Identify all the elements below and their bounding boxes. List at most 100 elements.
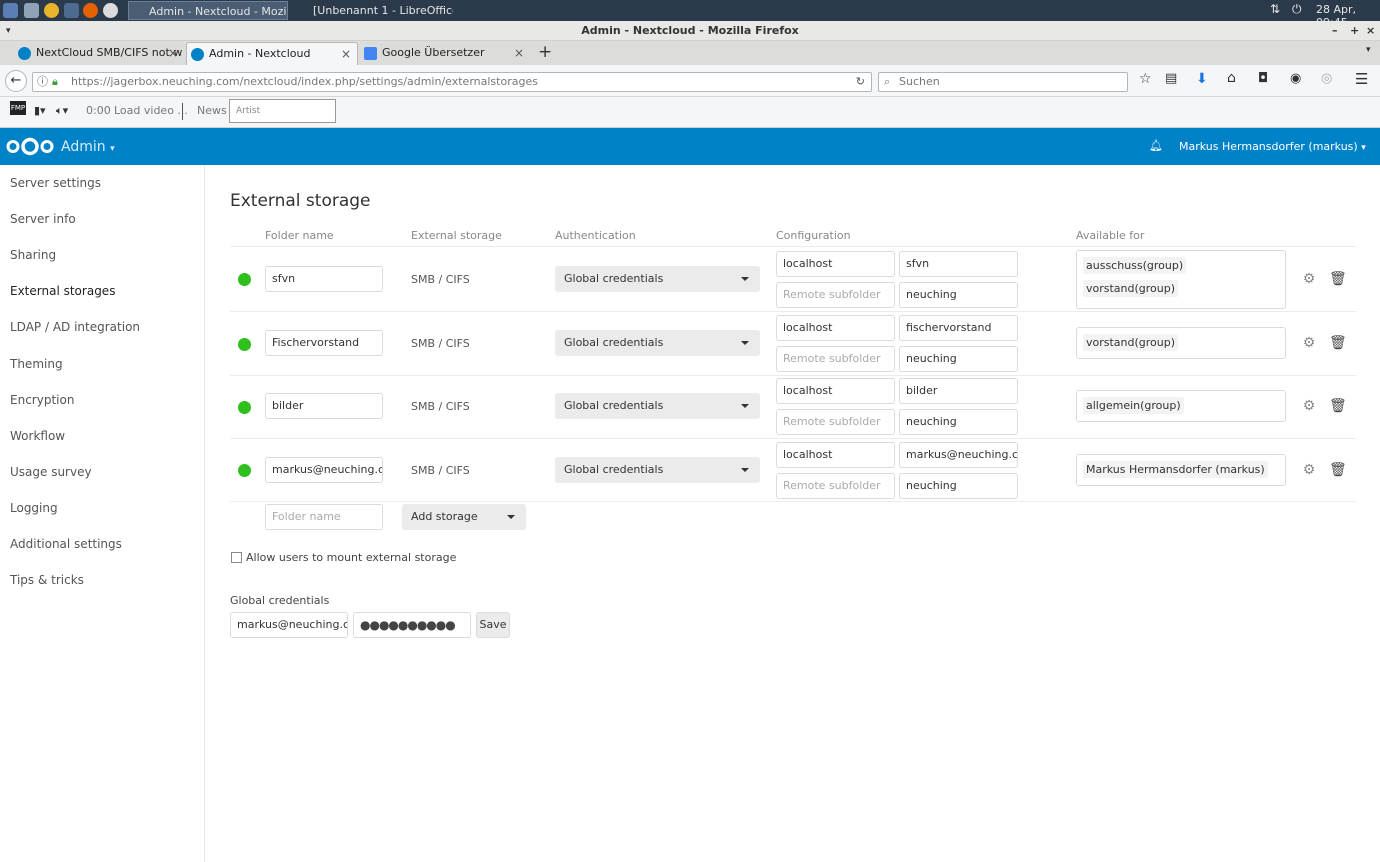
sidebar-item-usage-survey[interactable]: Usage survey bbox=[10, 462, 92, 482]
group-tag[interactable]: vorstand(group) bbox=[1083, 334, 1179, 351]
authentication-select[interactable]: Global credentials bbox=[555, 266, 760, 292]
load-video-label[interactable]: Load video ... bbox=[114, 104, 188, 117]
tab-list-icon[interactable]: ▾ bbox=[1366, 45, 1371, 55]
sidebar-item-external-storages[interactable]: External storages bbox=[10, 281, 115, 301]
new-tab-icon[interactable]: + bbox=[538, 42, 552, 62]
authentication-select[interactable]: Global credentials bbox=[555, 393, 760, 419]
global-password-input[interactable]: ●●●●●●●●●● bbox=[353, 612, 471, 638]
tab-admin-nextcloud[interactable]: Admin - Nextcloud × bbox=[186, 42, 358, 65]
sidebar-item-server-info[interactable]: Server info bbox=[10, 209, 76, 229]
delete-trash-icon[interactable]: 🗑︎ bbox=[1329, 272, 1347, 286]
allow-mount-label[interactable]: Allow users to mount external storage bbox=[246, 551, 456, 564]
download-icon[interactable]: ⬇ bbox=[1196, 71, 1208, 87]
user-menu[interactable]: Markus Hermansdorfer (markus) ▾ bbox=[1179, 140, 1366, 153]
domain-input[interactable]: neuching bbox=[899, 282, 1018, 308]
allow-mount-checkbox[interactable] bbox=[231, 552, 242, 563]
add-storage-select[interactable]: Add storage bbox=[402, 504, 526, 530]
folder-icon[interactable] bbox=[24, 3, 39, 18]
addon-icon[interactable]: ◎ bbox=[1321, 71, 1332, 86]
chrome-icon[interactable] bbox=[103, 3, 118, 18]
folder-name-input[interactable]: bilder bbox=[265, 393, 383, 419]
sidebar-item-theming[interactable]: Theming bbox=[10, 354, 63, 374]
folder-name-input[interactable]: Fischervorstand bbox=[265, 330, 383, 356]
available-for-input[interactable]: allgemein(group) bbox=[1076, 390, 1286, 422]
settings-gear-icon[interactable]: ⚙ bbox=[1302, 399, 1316, 413]
available-for-input[interactable]: vorstand(group) bbox=[1076, 327, 1286, 359]
close-tab-icon[interactable]: × bbox=[168, 42, 178, 64]
authentication-select[interactable]: Global credentials bbox=[555, 457, 760, 483]
task-firefox[interactable]: Admin - Nextcloud - Mozilla ... bbox=[128, 1, 288, 20]
group-tag[interactable]: allgemein(group) bbox=[1083, 397, 1184, 414]
group-tag[interactable]: vorstand(group) bbox=[1083, 280, 1179, 297]
notifications-icon[interactable]: 🔔︎ bbox=[1149, 139, 1163, 152]
reload-icon[interactable]: ↻ bbox=[856, 73, 865, 91]
sidebar-item-ldap[interactable]: LDAP / AD integration bbox=[10, 317, 140, 337]
domain-input[interactable]: neuching bbox=[899, 346, 1018, 372]
domain-input[interactable]: neuching bbox=[899, 409, 1018, 435]
star-icon[interactable] bbox=[44, 3, 59, 18]
host-input[interactable]: localhost bbox=[776, 378, 895, 404]
home-icon[interactable]: ⌂ bbox=[1227, 70, 1236, 86]
remote-subfolder-input[interactable]: Remote subfolder bbox=[776, 473, 895, 499]
close-icon[interactable]: × bbox=[1366, 21, 1375, 41]
firefox-icon[interactable] bbox=[83, 3, 98, 18]
settings-gear-icon[interactable]: ⚙ bbox=[1302, 336, 1316, 350]
folder-name-input[interactable]: markus@neuching.co bbox=[265, 457, 383, 483]
reading-list-icon[interactable]: ▤ bbox=[1165, 71, 1177, 86]
news-label[interactable]: News bbox=[197, 104, 227, 117]
authentication-select[interactable]: Global credentials bbox=[555, 330, 760, 356]
artist-input[interactable]: Artist bbox=[229, 99, 336, 123]
maximize-icon[interactable]: + bbox=[1350, 21, 1359, 41]
close-tab-icon[interactable]: × bbox=[514, 42, 524, 64]
sidebar-item-tips-tricks[interactable]: Tips & tricks bbox=[10, 570, 84, 590]
bookmark-star-icon[interactable]: ☆ bbox=[1139, 71, 1152, 87]
search-input[interactable]: ⌕ Suchen bbox=[878, 72, 1128, 92]
available-for-input[interactable]: Markus Hermansdorfer (markus) bbox=[1076, 454, 1286, 486]
close-tab-icon[interactable]: × bbox=[341, 43, 351, 65]
user-tag[interactable]: Markus Hermansdorfer (markus) bbox=[1083, 461, 1268, 478]
tab-nextcloud-smb[interactable]: NextCloud SMB/CIFS not w × bbox=[14, 42, 184, 65]
settings-gear-icon[interactable]: ⚙ bbox=[1302, 272, 1316, 286]
player-icon[interactable]: ▮▾ bbox=[34, 104, 46, 117]
pocket-icon[interactable]: ◘ bbox=[1258, 71, 1268, 86]
hamburger-menu-icon[interactable]: ☰ bbox=[1355, 70, 1368, 88]
host-input[interactable]: localhost bbox=[776, 251, 895, 277]
volume-icon[interactable]: 🔈︎▾ bbox=[56, 104, 68, 118]
new-folder-name-input[interactable]: Folder name bbox=[265, 504, 383, 530]
sidebar-item-encryption[interactable]: Encryption bbox=[10, 390, 74, 410]
network-icon[interactable] bbox=[64, 3, 79, 18]
sidebar-item-logging[interactable]: Logging bbox=[10, 498, 58, 518]
sidebar-item-additional-settings[interactable]: Additional settings bbox=[10, 534, 122, 554]
save-button[interactable]: Save bbox=[476, 612, 510, 638]
share-input[interactable]: bilder bbox=[899, 378, 1018, 404]
settings-gear-icon[interactable]: ⚙ bbox=[1302, 463, 1316, 477]
remote-subfolder-input[interactable]: Remote subfolder bbox=[776, 409, 895, 435]
global-username-input[interactable]: markus@neuching.co bbox=[230, 612, 348, 638]
app-menu[interactable]: Admin ▾ bbox=[61, 139, 115, 155]
menu-icon[interactable] bbox=[3, 3, 18, 18]
back-icon[interactable]: ← bbox=[5, 70, 27, 92]
remote-subfolder-input[interactable]: Remote subfolder bbox=[776, 282, 895, 308]
remote-subfolder-input[interactable]: Remote subfolder bbox=[776, 346, 895, 372]
delete-trash-icon[interactable]: 🗑︎ bbox=[1329, 463, 1347, 477]
host-input[interactable]: localhost bbox=[776, 442, 895, 468]
folder-name-input[interactable]: sfvn bbox=[265, 266, 383, 292]
domain-input[interactable]: neuching bbox=[899, 473, 1018, 499]
sidebar-item-sharing[interactable]: Sharing bbox=[10, 245, 56, 265]
share-input[interactable]: markus@neuching.co bbox=[899, 442, 1018, 468]
tab-google-translate[interactable]: Google Übersetzer × bbox=[360, 42, 530, 65]
window-menu-icon[interactable]: ▾ bbox=[6, 21, 11, 41]
share-input[interactable]: fischervorstand bbox=[899, 315, 1018, 341]
available-for-input[interactable]: ausschuss(group) vorstand(group) bbox=[1076, 250, 1286, 309]
share-input[interactable]: sfvn bbox=[899, 251, 1018, 277]
sidebar-item-workflow[interactable]: Workflow bbox=[10, 426, 65, 446]
delete-trash-icon[interactable]: 🗑︎ bbox=[1329, 399, 1347, 413]
host-input[interactable]: localhost bbox=[776, 315, 895, 341]
sidebar-item-server-settings[interactable]: Server settings bbox=[10, 173, 101, 193]
info-icon[interactable]: ⓘ bbox=[37, 73, 48, 91]
url-input[interactable]: ⓘ 🔒︎ https://jagerbox.neuching.com/nextc… bbox=[32, 72, 872, 92]
fmp-icon[interactable]: FMP bbox=[10, 101, 26, 115]
account-icon[interactable]: ◉ bbox=[1290, 71, 1301, 86]
minimize-icon[interactable]: – bbox=[1332, 21, 1338, 41]
delete-trash-icon[interactable]: 🗑︎ bbox=[1329, 336, 1347, 350]
